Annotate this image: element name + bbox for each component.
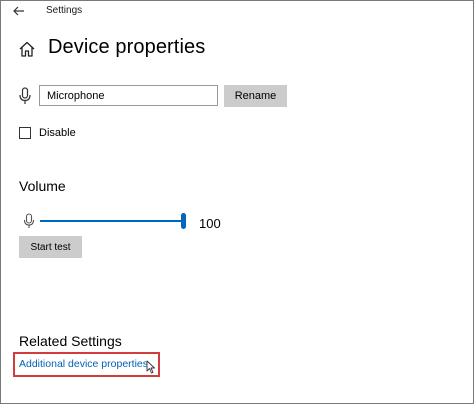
microphone-icon [23,213,35,229]
page-title: Device properties [48,36,206,58]
volume-slider[interactable] [40,212,190,230]
back-arrow-icon[interactable] [9,2,29,20]
home-icon[interactable] [18,40,36,58]
additional-device-properties-link[interactable]: Additional device properties [19,358,148,370]
start-test-button[interactable]: Start test [19,236,82,258]
app-title: Settings [46,5,83,16]
disable-checkbox-row[interactable]: Disable [19,127,76,139]
title-bar: Settings [1,1,473,23]
settings-window: Settings Device properties Rename Disabl… [0,0,474,404]
rename-button[interactable]: Rename [224,85,287,107]
volume-slider-fill [40,220,184,222]
disable-checkbox[interactable] [19,127,31,139]
disable-label: Disable [39,127,76,139]
volume-slider-thumb[interactable] [181,213,186,229]
microphone-icon [18,87,32,105]
volume-value: 100 [199,216,221,231]
related-settings-heading: Related Settings [19,333,122,349]
volume-heading: Volume [19,178,66,194]
device-name-input[interactable] [39,85,218,106]
mouse-cursor-icon [146,360,156,374]
